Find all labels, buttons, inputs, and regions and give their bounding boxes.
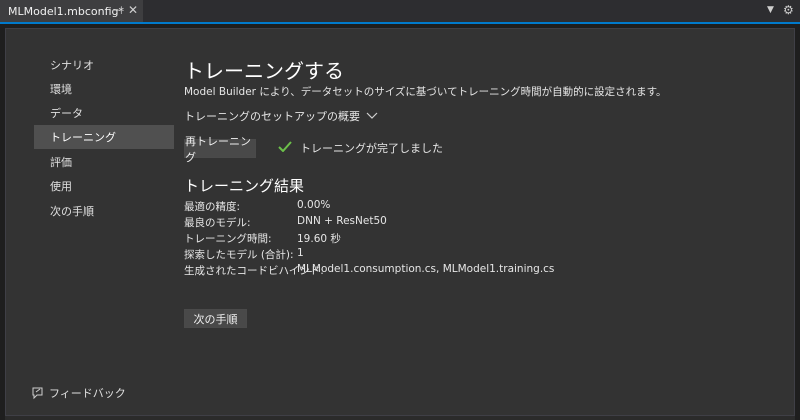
page-title: トレーニングする	[184, 59, 344, 83]
feedback-icon	[31, 387, 44, 400]
result-value: MLModel1.consumption.cs, MLModel1.traini…	[297, 263, 555, 275]
close-icon[interactable]: ✕	[128, 3, 138, 17]
result-label: トレーニング時間:	[184, 233, 272, 245]
result-value: 19.60 秒	[297, 233, 341, 245]
feedback-label: フィードバック	[49, 387, 126, 400]
nav-item-label: 次の手順	[50, 205, 94, 218]
nav-item-environment[interactable]: 環境	[34, 77, 174, 101]
setup-summary-label: トレーニングのセットアップの概要	[184, 110, 360, 123]
setup-summary-toggle[interactable]: トレーニングのセットアップの概要	[184, 108, 378, 124]
nav-item-label: 環境	[50, 83, 72, 96]
pin-icon[interactable]: ⊣	[113, 4, 123, 17]
training-status: トレーニングが完了しました	[278, 140, 443, 156]
document-tab-strip: MLModel1.mbconfig* ⊣ ✕ ▼ ⚙	[0, 0, 800, 24]
nav-item-label: 評価	[50, 156, 72, 169]
nav-item-label: シナリオ	[50, 59, 94, 72]
chevron-down-icon	[366, 110, 378, 123]
model-builder-panel: シナリオ 環境 データ トレーニング 評価 使用 次の手順 フィードバック トレ…	[5, 28, 795, 416]
next-step-button[interactable]: 次の手順	[184, 309, 247, 328]
nav-item-label: 使用	[50, 180, 72, 193]
result-label: 最適の精度:	[184, 201, 241, 213]
nav-item-data[interactable]: データ	[34, 101, 174, 125]
result-label: 探索したモデル (合計):	[184, 249, 294, 261]
result-value: 0.00%	[297, 199, 331, 211]
nav-item-scenario[interactable]: シナリオ	[34, 53, 174, 77]
nav-item-consume[interactable]: 使用	[34, 174, 174, 198]
result-label: 最良のモデル:	[184, 217, 251, 229]
nav-item-next-steps[interactable]: 次の手順	[34, 199, 174, 223]
page-subtitle: Model Builder により、データセットのサイズに基づいてトレーニング時…	[184, 86, 667, 98]
document-tab[interactable]: MLModel1.mbconfig* ⊣ ✕	[0, 0, 143, 22]
feedback-link[interactable]: フィードバック	[31, 385, 126, 401]
nav-item-label: データ	[50, 107, 83, 120]
tab-title: MLModel1.mbconfig*	[8, 4, 124, 18]
nav-item-training[interactable]: トレーニング	[34, 125, 174, 149]
results-title: トレーニング結果	[184, 177, 305, 195]
nav-item-evaluate[interactable]: 評価	[34, 150, 174, 174]
bottom-edge	[5, 416, 795, 420]
result-value: 1	[297, 247, 304, 259]
result-value: DNN + ResNet50	[297, 215, 387, 227]
checkmark-icon	[278, 141, 292, 155]
retrain-button[interactable]: 再トレーニング	[184, 135, 256, 164]
status-text: トレーニングが完了しました	[300, 142, 443, 155]
gear-icon[interactable]: ⚙	[783, 3, 794, 17]
nav-item-label: トレーニング	[50, 131, 116, 144]
chevron-down-icon[interactable]: ▼	[767, 5, 774, 15]
